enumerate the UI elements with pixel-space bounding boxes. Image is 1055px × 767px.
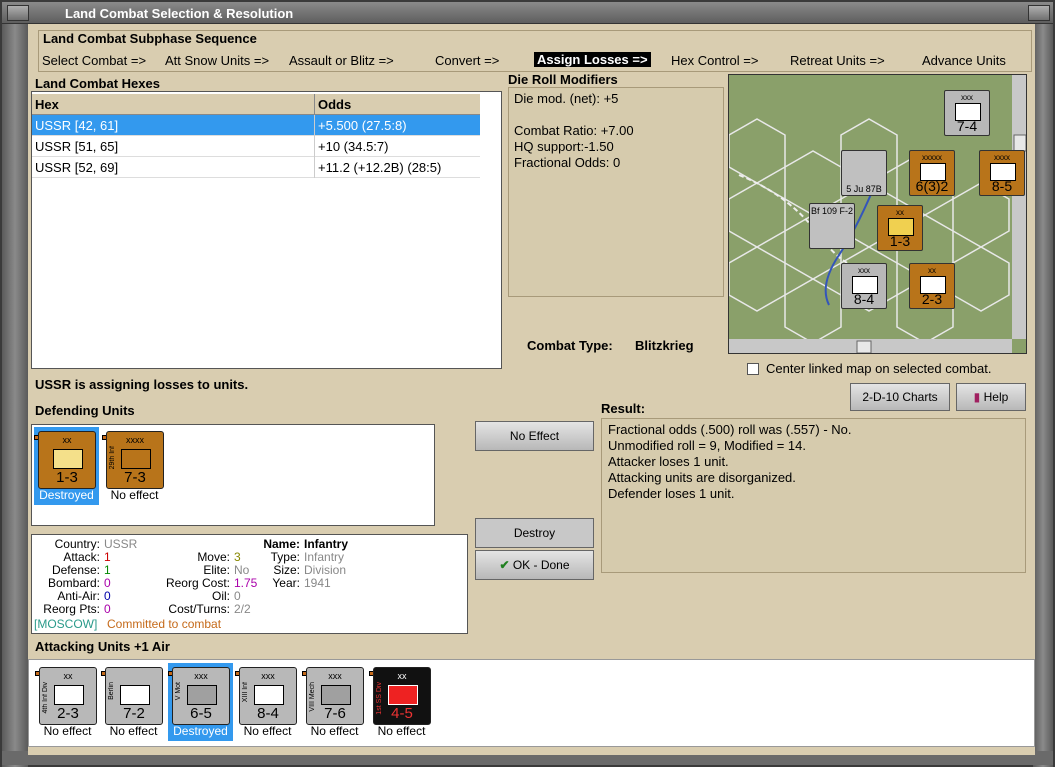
- die-mod-net: Die mod. (net): +5: [514, 91, 619, 106]
- check-icon: ✔: [499, 558, 510, 572]
- defending-units-panel: xx 1-3 Destroyed xxxx 29th Inf 7-3 No ef…: [31, 424, 435, 526]
- air-counter[interactable]: 5 Ju 87B: [841, 150, 887, 196]
- row-odds: +5.500 (27.5:8): [318, 118, 407, 133]
- subphase-title: Land Combat Subphase Sequence: [43, 31, 257, 46]
- window: Land Combat Selection & Resolution Land …: [0, 0, 1055, 767]
- result-line: Fractional odds (.500) roll was (.557) -…: [608, 422, 852, 437]
- defending-title: Defending Units: [35, 403, 135, 418]
- row-odds: +11.2 (+12.2B) (28:5): [318, 160, 442, 175]
- step-advance-units: Advance Units: [922, 53, 1006, 68]
- info-defense: 1: [104, 563, 111, 577]
- row-hex: USSR [51, 65]: [35, 139, 119, 154]
- hexes-title: Land Combat Hexes: [35, 76, 160, 91]
- result-panel: Fractional odds (.500) roll was (.557) -…: [601, 418, 1026, 573]
- subphase-sequence: Land Combat Subphase Sequence Select Com…: [38, 30, 1032, 72]
- ok-done-button[interactable]: ✔ OK - Done: [475, 550, 594, 580]
- map-counter[interactable]: xxx 8-4: [841, 263, 887, 309]
- window-title: Land Combat Selection & Resolution: [65, 6, 294, 21]
- ok-label: OK - Done: [512, 558, 570, 572]
- info-year: 1941: [304, 576, 331, 590]
- map-counter[interactable]: xx 2-3: [909, 263, 955, 309]
- destroy-button[interactable]: Destroy: [475, 518, 594, 548]
- col-hex[interactable]: Hex: [35, 97, 59, 112]
- info-reorgpts: 0: [104, 602, 111, 616]
- no-effect-button[interactable]: No Effect: [475, 421, 594, 451]
- table-row[interactable]: USSR [52, 69] +11.2 (+12.2B) (28:5): [32, 157, 480, 178]
- info-size: Division: [304, 563, 347, 577]
- die-roll-panel: Die mod. (net): +5 Combat Ratio: +7.00 H…: [508, 87, 724, 297]
- book-icon: ▮: [973, 390, 981, 404]
- info-type: Infantry: [304, 550, 345, 564]
- map-counter-selected[interactable]: xx 1-3: [877, 205, 923, 251]
- map-counter[interactable]: xxxxx 6(3)2: [909, 150, 955, 196]
- center-map-label: Center linked map on selected combat.: [766, 361, 992, 376]
- attacking-unit[interactable]: Berlin 7-2 No effect: [101, 663, 166, 741]
- die-roll-title: Die Roll Modifiers: [508, 72, 618, 87]
- info-name: Infantry: [304, 537, 349, 551]
- combat-ratio: Combat Ratio: +7.00: [514, 123, 634, 138]
- info-location: [MOSCOW]: [34, 617, 98, 631]
- table-row[interactable]: USSR [42, 61] +5.500 (27.5:8): [32, 115, 480, 136]
- hexes-table: Hex Odds USSR [42, 61] +5.500 (27.5:8) U…: [31, 91, 502, 369]
- map-counter[interactable]: xxx 7-4: [944, 90, 990, 136]
- info-committed: Committed to combat: [107, 617, 222, 631]
- map-counter[interactable]: xxxx 8-5: [979, 150, 1025, 196]
- title-bar: Land Combat Selection & Resolution: [2, 2, 1053, 24]
- fractional-odds: Fractional Odds: 0: [514, 155, 621, 170]
- result-title: Result:: [601, 401, 646, 416]
- info-attack: 1: [104, 550, 111, 564]
- result-line: Unmodified roll = 9, Modified = 14.: [608, 438, 806, 453]
- attacking-unit[interactable]: xx 4th Inf Div 2-3 No effect: [35, 663, 100, 741]
- step-retreat-units: Retreat Units =>: [790, 53, 885, 68]
- air-counter[interactable]: Bf 109 F-2: [809, 203, 855, 249]
- row-hex: USSR [52, 69]: [35, 160, 119, 175]
- unit-info-panel: Country: USSR Attack: 1 Defense: 1 Bomba…: [31, 534, 468, 634]
- row-hex: USSR [42, 61]: [35, 118, 119, 133]
- charts-button[interactable]: 2-D-10 Charts: [850, 383, 950, 411]
- table-header: Hex Odds: [32, 94, 480, 115]
- attacking-unit[interactable]: xxx XIII Inf 8-4 No effect: [235, 663, 300, 741]
- info-antiair: 0: [104, 589, 111, 603]
- step-assault-or-blitz: Assault or Blitz =>: [289, 53, 394, 68]
- center-map-checkbox[interactable]: [747, 363, 759, 375]
- defending-unit[interactable]: xxxx 29th Inf 7-3 No effect: [102, 427, 167, 505]
- step-convert: Convert =>: [435, 53, 500, 68]
- attacking-unit[interactable]: xx 1st SS Div 4-5 No effect: [369, 663, 434, 741]
- info-costturns: 2/2: [234, 602, 251, 616]
- info-bombard: 0: [104, 576, 111, 590]
- attacking-units-panel: xx 4th Inf Div 2-3 No effect Berlin 7-2 …: [28, 659, 1035, 747]
- step-select-combat: Select Combat =>: [42, 53, 147, 68]
- left-frame: [2, 24, 28, 767]
- step-att-snow-units: Att Snow Units =>: [165, 53, 270, 68]
- result-line: Attacker loses 1 unit.: [608, 454, 729, 469]
- window-menu-icon[interactable]: [7, 5, 29, 21]
- combat-type-label: Combat Type:: [527, 338, 613, 353]
- row-odds: +10 (34.5:7): [318, 139, 389, 154]
- right-frame: [1033, 24, 1053, 767]
- step-hex-control: Hex Control =>: [671, 53, 759, 68]
- attacking-unit[interactable]: xxx V Mot 6-5 Destroyed: [168, 663, 233, 741]
- col-odds[interactable]: Odds: [318, 97, 351, 112]
- defending-unit[interactable]: xx 1-3 Destroyed: [34, 427, 99, 505]
- result-line: Attacking units are disorganized.: [608, 470, 796, 485]
- info-country: USSR: [104, 537, 138, 551]
- status-message: USSR is assigning losses to units.: [35, 377, 249, 392]
- step-assign-losses: Assign Losses =>: [534, 52, 651, 67]
- combat-type-value: Blitzkrieg: [635, 338, 694, 353]
- info-oil: 0: [234, 589, 241, 603]
- help-button[interactable]: ▮ Help: [956, 383, 1026, 411]
- table-row[interactable]: USSR [51, 65] +10 (34.5:7): [32, 136, 480, 157]
- help-label: Help: [983, 390, 1009, 404]
- result-line: Defender loses 1 unit.: [608, 486, 735, 501]
- attacking-title: Attacking Units +1 Air: [35, 639, 170, 654]
- linked-map[interactable]: xxx 7-4 xxxxx 6(3)2 xxxx 8-5 xx 1-3 xxx 8-4 x…: [728, 74, 1027, 354]
- main-panel: Land Combat Subphase Sequence Select Com…: [28, 24, 1035, 755]
- hq-support: HQ support:-1.50: [514, 139, 614, 154]
- attacking-unit[interactable]: xxx VIII Mech 7-6 No effect: [302, 663, 367, 741]
- window-resize-icon[interactable]: [1028, 5, 1050, 21]
